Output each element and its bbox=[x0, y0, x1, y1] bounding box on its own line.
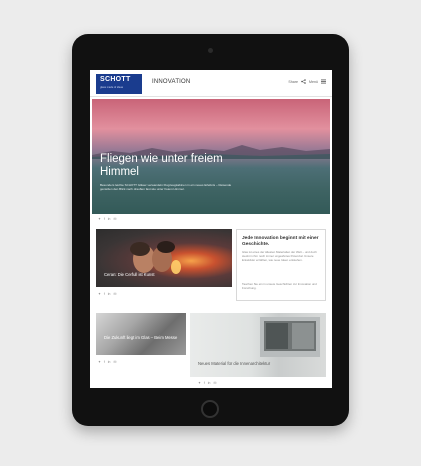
tablet-screen: SCHOTT glass made of ideas INNOVATION Sh… bbox=[90, 70, 332, 388]
twitter-icon[interactable]: ✦ bbox=[98, 217, 101, 221]
facebook-icon[interactable]: f bbox=[104, 360, 105, 364]
email-icon[interactable]: ✉ bbox=[213, 381, 216, 385]
glass-image bbox=[96, 313, 186, 355]
hero-social-bar: ✦ f in ✉ bbox=[98, 217, 116, 221]
linkedin-icon[interactable]: in bbox=[208, 381, 211, 385]
schott-logo[interactable]: SCHOTT glass made of ideas bbox=[96, 74, 142, 94]
linkedin-icon[interactable]: in bbox=[108, 217, 111, 221]
linkedin-icon[interactable]: in bbox=[108, 292, 111, 296]
twitter-icon[interactable]: ✦ bbox=[98, 292, 101, 296]
kitchen-window-image bbox=[260, 317, 320, 357]
email-icon[interactable]: ✉ bbox=[113, 217, 116, 221]
section-title: INNOVATION bbox=[152, 79, 191, 85]
facebook-icon[interactable]: f bbox=[104, 292, 105, 296]
logo-text: SCHOTT bbox=[100, 76, 131, 83]
home-button[interactable] bbox=[201, 400, 219, 418]
kitchen-social-bar: ✦ f in ✉ bbox=[198, 381, 216, 385]
linkedin-icon[interactable]: in bbox=[108, 360, 111, 364]
facebook-icon[interactable]: f bbox=[104, 217, 105, 221]
tablet-device: SCHOTT glass made of ideas INNOVATION Sh… bbox=[72, 34, 349, 426]
twitter-icon[interactable]: ✦ bbox=[198, 381, 201, 385]
header-actions: Share Menü bbox=[288, 79, 326, 84]
twitter-icon[interactable]: ✦ bbox=[98, 360, 101, 364]
kitchen-caption: Neues Material für die Innenarchitektur bbox=[198, 361, 271, 366]
story-title: Jede Innovation beginnt mit einer Geschi… bbox=[242, 236, 319, 247]
glass-social-bar: ✦ f in ✉ bbox=[98, 360, 116, 364]
hero-text: Besonders leichte SCHOTT Gläser verwande… bbox=[100, 183, 232, 191]
article-card-kiss[interactable]: Ceran: Die Cerfull ist Kunst bbox=[96, 229, 232, 287]
hamburger-icon[interactable] bbox=[321, 79, 326, 84]
logo-tagline: glass made of ideas bbox=[100, 86, 124, 89]
article-card-kitchen[interactable]: Neues Material für die Innenarchitektur bbox=[190, 313, 326, 377]
kiss-caption: Ceran: Die Cerfull ist Kunst bbox=[104, 272, 155, 277]
kiss-social-bar: ✦ f in ✉ bbox=[98, 292, 116, 296]
story-footer: Tauchen Sie ein in unsere Geschichten zu… bbox=[242, 282, 317, 290]
hero-article[interactable]: Fliegen wie unter freiem Himmel Besonder… bbox=[92, 99, 330, 214]
article-card-glass[interactable]: Die Zukunft liegt im Glas – Beim Messe bbox=[96, 313, 186, 355]
background: SCHOTT glass made of ideas INNOVATION Sh… bbox=[0, 0, 421, 466]
glass-caption: Die Zukunft liegt im Glas – Beim Messe bbox=[104, 335, 178, 340]
email-icon[interactable]: ✉ bbox=[113, 360, 116, 364]
menu-label[interactable]: Menü bbox=[309, 80, 318, 84]
camera-icon bbox=[208, 48, 213, 53]
facebook-icon[interactable]: f bbox=[204, 381, 205, 385]
share-label[interactable]: Share bbox=[288, 80, 298, 84]
story-text: Glas ist eines der ältesten Materialien … bbox=[242, 250, 317, 262]
story-card[interactable]: Jede Innovation beginnt mit einer Geschi… bbox=[236, 229, 326, 301]
site-header: SCHOTT glass made of ideas INNOVATION Sh… bbox=[90, 70, 332, 97]
hero-title[interactable]: Fliegen wie unter freiem Himmel bbox=[100, 153, 250, 178]
share-icon[interactable] bbox=[301, 79, 306, 84]
email-icon[interactable]: ✉ bbox=[113, 292, 116, 296]
